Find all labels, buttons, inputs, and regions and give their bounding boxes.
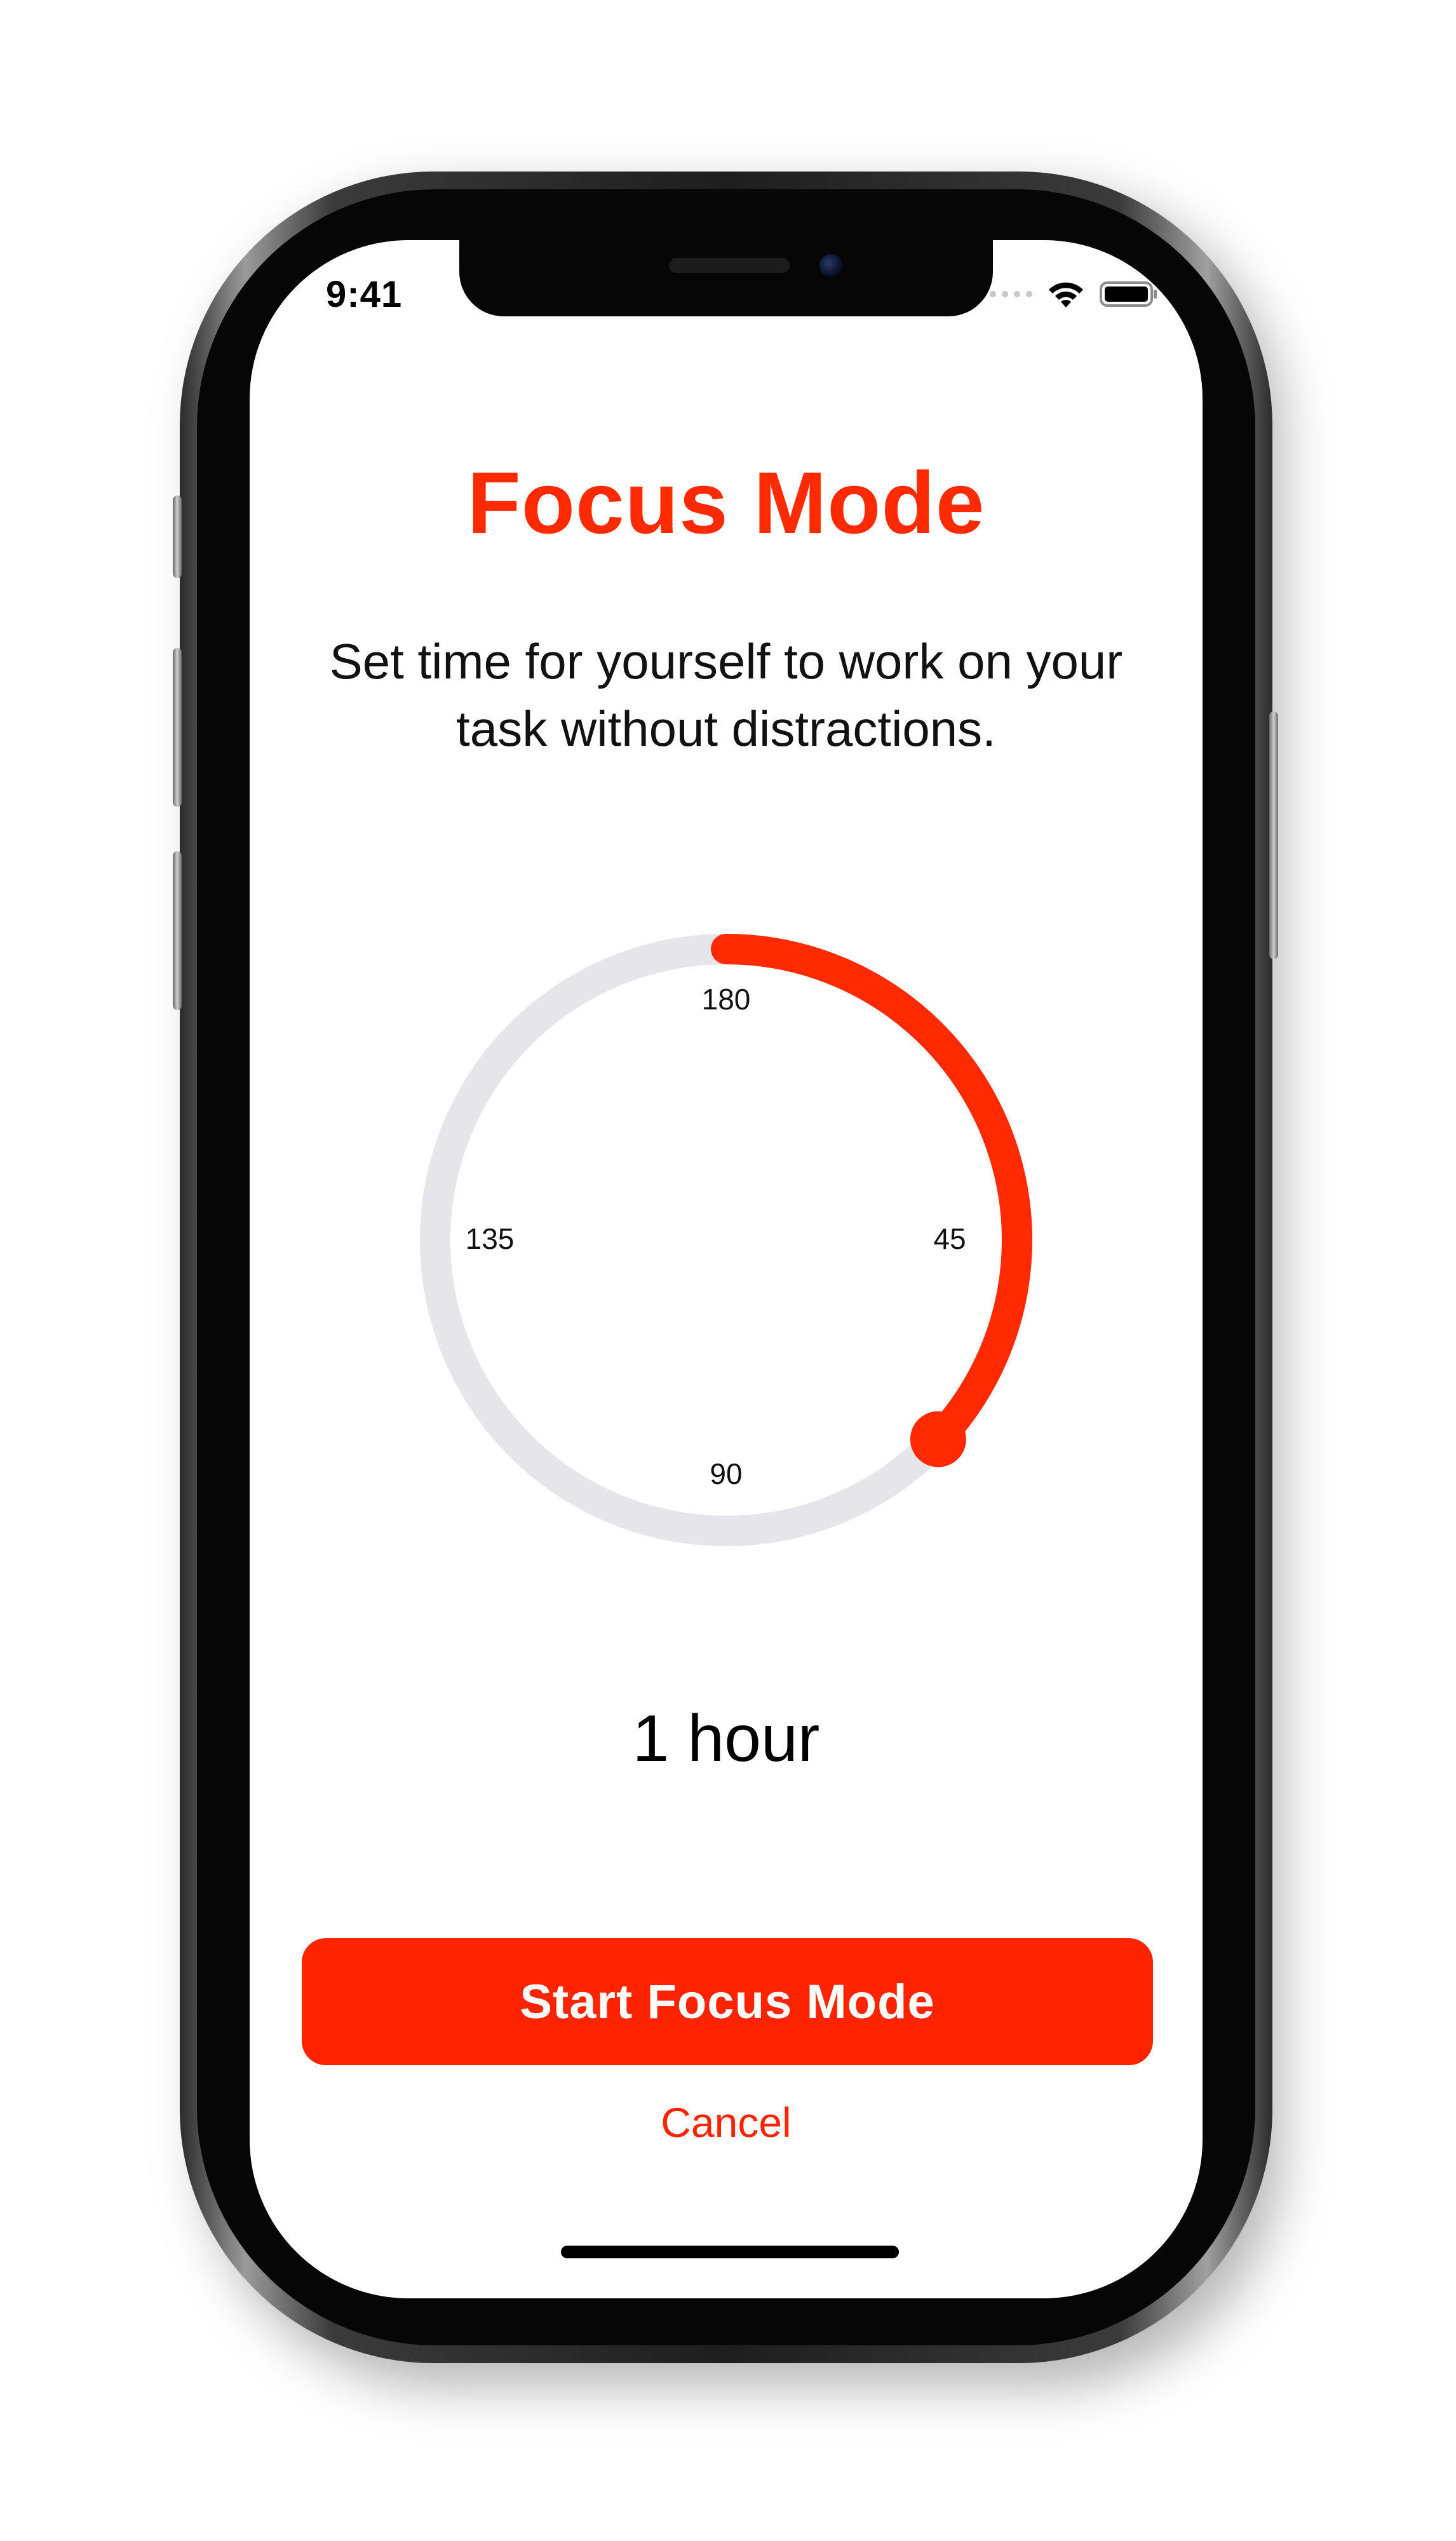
- dial-label-90: 90: [710, 1457, 742, 1490]
- page-description: Set time for yourself to work on your ta…: [250, 628, 1203, 762]
- dial-handle[interactable]: [910, 1411, 966, 1467]
- time-dial[interactable]: 180 45 90 135: [412, 926, 1040, 1561]
- description-line-2: task without distractions.: [456, 701, 996, 757]
- power-button: [1269, 711, 1278, 959]
- battery-icon: [1100, 281, 1157, 307]
- cancel-button[interactable]: Cancel: [250, 2098, 1203, 2147]
- front-camera: [819, 254, 842, 277]
- dial-progress-arc: [711, 934, 1032, 1455]
- earpiece-speaker: [669, 258, 790, 273]
- dial-label-180: 180: [702, 983, 751, 1016]
- description-line-1: Set time for yourself to work on your: [329, 633, 1123, 689]
- notch: [459, 240, 993, 316]
- status-icons: [990, 280, 1158, 309]
- dial-label-135: 135: [466, 1222, 515, 1255]
- start-focus-mode-button[interactable]: Start Focus Mode: [302, 1938, 1153, 2065]
- status-time: 9:41: [326, 274, 403, 315]
- volume-up-button: [173, 648, 182, 807]
- mute-switch: [173, 495, 182, 578]
- phone-screen: 9:41 Focus Mode Set time for yourself to…: [250, 240, 1203, 2298]
- signal-dots-icon: [990, 291, 1032, 297]
- wifi-icon: [1049, 282, 1083, 307]
- volume-down-button: [173, 851, 182, 1010]
- page-title: Focus Mode: [467, 454, 985, 552]
- selected-duration: 1 hour: [632, 1702, 820, 1776]
- dial-label-45: 45: [933, 1222, 966, 1255]
- home-indicator[interactable]: [561, 2246, 899, 2258]
